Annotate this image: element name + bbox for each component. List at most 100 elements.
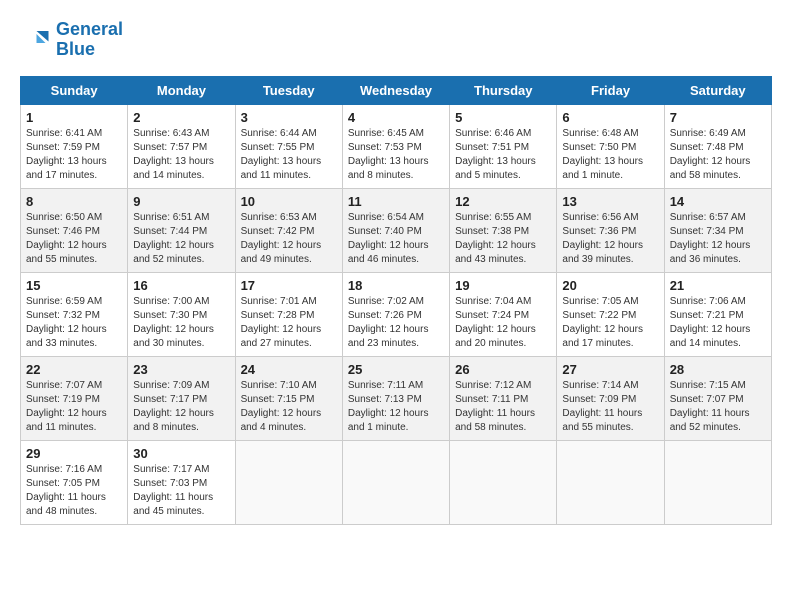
day-number: 6 <box>562 110 658 125</box>
day-number: 17 <box>241 278 337 293</box>
weekday-header-sunday: Sunday <box>21 76 128 104</box>
day-number: 8 <box>26 194 122 209</box>
day-content: Sunrise: 6:50 AM Sunset: 7:46 PM Dayligh… <box>26 211 122 267</box>
calendar-cell: 25 Sunrise: 7:11 AM Sunset: 7:13 PM Dayli… <box>342 356 449 440</box>
day-number: 16 <box>133 278 229 293</box>
day-number: 22 <box>26 362 122 377</box>
day-number: 25 <box>348 362 444 377</box>
logo-icon <box>20 25 50 55</box>
calendar-cell: 14 Sunrise: 6:57 AM Sunset: 7:34 PM Dayli… <box>664 188 771 272</box>
weekday-header-wednesday: Wednesday <box>342 76 449 104</box>
calendar-cell: 24 Sunrise: 7:10 AM Sunset: 7:15 PM Dayli… <box>235 356 342 440</box>
day-number: 27 <box>562 362 658 377</box>
day-content: Sunrise: 6:56 AM Sunset: 7:36 PM Dayligh… <box>562 211 658 267</box>
calendar-cell: 17 Sunrise: 7:01 AM Sunset: 7:28 PM Dayli… <box>235 272 342 356</box>
weekday-header-row: SundayMondayTuesdayWednesdayThursdayFrid… <box>21 76 772 104</box>
day-number: 3 <box>241 110 337 125</box>
calendar-cell: 5 Sunrise: 6:46 AM Sunset: 7:51 PM Daylig… <box>450 104 557 188</box>
day-content: Sunrise: 7:10 AM Sunset: 7:15 PM Dayligh… <box>241 379 337 435</box>
day-content: Sunrise: 6:57 AM Sunset: 7:34 PM Dayligh… <box>670 211 766 267</box>
day-number: 28 <box>670 362 766 377</box>
calendar-cell: 13 Sunrise: 6:56 AM Sunset: 7:36 PM Dayli… <box>557 188 664 272</box>
day-number: 12 <box>455 194 551 209</box>
day-number: 15 <box>26 278 122 293</box>
day-content: Sunrise: 7:07 AM Sunset: 7:19 PM Dayligh… <box>26 379 122 435</box>
calendar-cell: 2 Sunrise: 6:43 AM Sunset: 7:57 PM Daylig… <box>128 104 235 188</box>
day-number: 11 <box>348 194 444 209</box>
calendar-cell: 18 Sunrise: 7:02 AM Sunset: 7:26 PM Dayli… <box>342 272 449 356</box>
calendar-cell: 29 Sunrise: 7:16 AM Sunset: 7:05 PM Dayli… <box>21 440 128 524</box>
day-content: Sunrise: 6:59 AM Sunset: 7:32 PM Dayligh… <box>26 295 122 351</box>
day-content: Sunrise: 7:06 AM Sunset: 7:21 PM Dayligh… <box>670 295 766 351</box>
day-content: Sunrise: 7:11 AM Sunset: 7:13 PM Dayligh… <box>348 379 444 435</box>
day-number: 7 <box>670 110 766 125</box>
day-content: Sunrise: 7:15 AM Sunset: 7:07 PM Dayligh… <box>670 379 766 435</box>
day-content: Sunrise: 7:16 AM Sunset: 7:05 PM Dayligh… <box>26 463 122 519</box>
day-number: 10 <box>241 194 337 209</box>
day-number: 14 <box>670 194 766 209</box>
day-number: 13 <box>562 194 658 209</box>
day-number: 4 <box>348 110 444 125</box>
calendar-week-2: 8 Sunrise: 6:50 AM Sunset: 7:46 PM Daylig… <box>21 188 772 272</box>
calendar-week-5: 29 Sunrise: 7:16 AM Sunset: 7:05 PM Dayli… <box>21 440 772 524</box>
day-content: Sunrise: 7:05 AM Sunset: 7:22 PM Dayligh… <box>562 295 658 351</box>
day-number: 1 <box>26 110 122 125</box>
logo-text: General Blue <box>56 20 123 60</box>
day-content: Sunrise: 6:48 AM Sunset: 7:50 PM Dayligh… <box>562 127 658 183</box>
calendar: SundayMondayTuesdayWednesdayThursdayFrid… <box>20 76 772 525</box>
day-content: Sunrise: 7:17 AM Sunset: 7:03 PM Dayligh… <box>133 463 229 519</box>
calendar-cell: 22 Sunrise: 7:07 AM Sunset: 7:19 PM Dayli… <box>21 356 128 440</box>
day-number: 18 <box>348 278 444 293</box>
calendar-week-1: 1Sunrise: 6:41 AM Sunset: 7:59 PM Daylig… <box>21 104 772 188</box>
day-content: Sunrise: 6:45 AM Sunset: 7:53 PM Dayligh… <box>348 127 444 183</box>
calendar-cell: 12Sunrise: 6:55 AM Sunset: 7:38 PM Dayli… <box>450 188 557 272</box>
day-content: Sunrise: 6:53 AM Sunset: 7:42 PM Dayligh… <box>241 211 337 267</box>
calendar-cell: 20 Sunrise: 7:05 AM Sunset: 7:22 PM Dayli… <box>557 272 664 356</box>
day-content: Sunrise: 6:46 AM Sunset: 7:51 PM Dayligh… <box>455 127 551 183</box>
weekday-header-friday: Friday <box>557 76 664 104</box>
day-content: Sunrise: 7:12 AM Sunset: 7:11 PM Dayligh… <box>455 379 551 435</box>
day-content: Sunrise: 6:43 AM Sunset: 7:57 PM Dayligh… <box>133 127 229 183</box>
calendar-cell: 15 Sunrise: 6:59 AM Sunset: 7:32 PM Dayli… <box>21 272 128 356</box>
calendar-cell: 23Sunrise: 7:09 AM Sunset: 7:17 PM Dayli… <box>128 356 235 440</box>
day-content: Sunrise: 7:04 AM Sunset: 7:24 PM Dayligh… <box>455 295 551 351</box>
day-number: 29 <box>26 446 122 461</box>
day-number: 9 <box>133 194 229 209</box>
calendar-week-3: 15 Sunrise: 6:59 AM Sunset: 7:32 PM Dayli… <box>21 272 772 356</box>
day-content: Sunrise: 6:51 AM Sunset: 7:44 PM Dayligh… <box>133 211 229 267</box>
day-content: Sunrise: 6:54 AM Sunset: 7:40 PM Dayligh… <box>348 211 444 267</box>
calendar-cell <box>664 440 771 524</box>
day-content: Sunrise: 7:01 AM Sunset: 7:28 PM Dayligh… <box>241 295 337 351</box>
calendar-body: 1Sunrise: 6:41 AM Sunset: 7:59 PM Daylig… <box>21 104 772 524</box>
calendar-cell: 26 Sunrise: 7:12 AM Sunset: 7:11 PM Dayli… <box>450 356 557 440</box>
calendar-week-4: 22 Sunrise: 7:07 AM Sunset: 7:19 PM Dayli… <box>21 356 772 440</box>
calendar-cell: 1Sunrise: 6:41 AM Sunset: 7:59 PM Daylig… <box>21 104 128 188</box>
calendar-cell: 4 Sunrise: 6:45 AM Sunset: 7:53 PM Daylig… <box>342 104 449 188</box>
day-content: Sunrise: 7:14 AM Sunset: 7:09 PM Dayligh… <box>562 379 658 435</box>
logo: General Blue <box>20 20 123 60</box>
calendar-cell: 21Sunrise: 7:06 AM Sunset: 7:21 PM Dayli… <box>664 272 771 356</box>
day-content: Sunrise: 7:09 AM Sunset: 7:17 PM Dayligh… <box>133 379 229 435</box>
day-number: 24 <box>241 362 337 377</box>
weekday-header-monday: Monday <box>128 76 235 104</box>
calendar-cell <box>342 440 449 524</box>
page-header: General Blue <box>20 20 772 60</box>
weekday-header-thursday: Thursday <box>450 76 557 104</box>
calendar-cell: 19Sunrise: 7:04 AM Sunset: 7:24 PM Dayli… <box>450 272 557 356</box>
day-content: Sunrise: 7:02 AM Sunset: 7:26 PM Dayligh… <box>348 295 444 351</box>
calendar-cell <box>557 440 664 524</box>
day-number: 20 <box>562 278 658 293</box>
calendar-cell: 10 Sunrise: 6:53 AM Sunset: 7:42 PM Dayli… <box>235 188 342 272</box>
calendar-cell: 8 Sunrise: 6:50 AM Sunset: 7:46 PM Daylig… <box>21 188 128 272</box>
day-content: Sunrise: 6:49 AM Sunset: 7:48 PM Dayligh… <box>670 127 766 183</box>
calendar-cell: 6 Sunrise: 6:48 AM Sunset: 7:50 PM Daylig… <box>557 104 664 188</box>
day-number: 26 <box>455 362 551 377</box>
day-number: 5 <box>455 110 551 125</box>
day-content: Sunrise: 7:00 AM Sunset: 7:30 PM Dayligh… <box>133 295 229 351</box>
calendar-cell <box>235 440 342 524</box>
calendar-cell: 28 Sunrise: 7:15 AM Sunset: 7:07 PM Dayli… <box>664 356 771 440</box>
weekday-header-saturday: Saturday <box>664 76 771 104</box>
calendar-cell: 27 Sunrise: 7:14 AM Sunset: 7:09 PM Dayli… <box>557 356 664 440</box>
day-number: 2 <box>133 110 229 125</box>
calendar-cell <box>450 440 557 524</box>
